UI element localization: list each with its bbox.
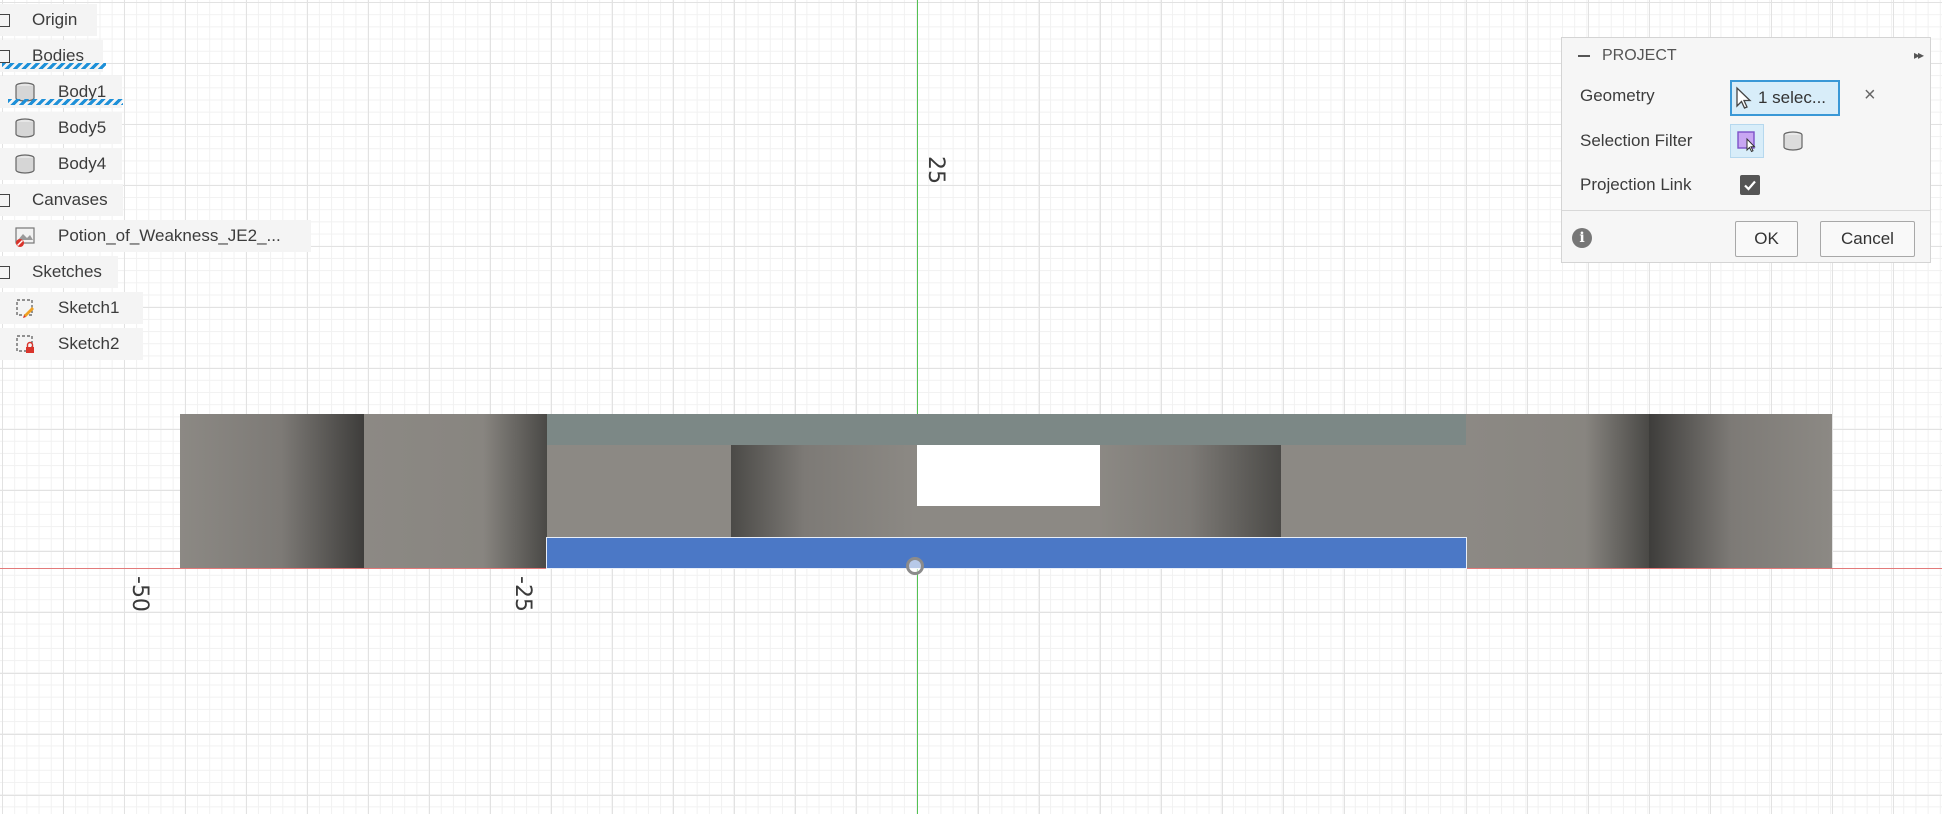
visibility-checkbox[interactable] xyxy=(0,49,10,63)
body-block-far-left[interactable] xyxy=(180,414,364,568)
tree-item-label: Sketches xyxy=(32,262,102,281)
tree-item-label: Origin xyxy=(32,10,78,29)
axis-label-y-25: 25 xyxy=(923,156,948,184)
tree-item-sketch1[interactable]: Sketch1 xyxy=(0,292,143,324)
tree-item-origin[interactable]: Origin xyxy=(0,4,97,36)
tree-item-sketches[interactable]: Sketches xyxy=(0,256,118,288)
expand-arrows-icon[interactable]: ▸▸ xyxy=(1914,48,1924,62)
cursor-arrow-icon xyxy=(1736,86,1752,109)
sketch-locked-icon xyxy=(14,333,36,355)
tree-item-body4[interactable]: Body4 xyxy=(0,148,122,180)
dialog-header: PROJECT ▸▸ xyxy=(1562,38,1930,74)
tree-item-label: Body5 xyxy=(58,118,107,137)
tree-item-label: Sketch1 xyxy=(58,298,120,317)
dialog-title: PROJECT xyxy=(1602,47,1677,64)
body-icon xyxy=(14,117,36,139)
sketch-icon xyxy=(14,297,36,319)
filter-body-toggle[interactable] xyxy=(1776,124,1810,158)
canvas-image-icon xyxy=(14,225,36,247)
body-block-right-mid[interactable] xyxy=(1466,414,1649,568)
body-block-far-right[interactable] xyxy=(1649,414,1832,568)
body-opening xyxy=(915,445,1100,506)
body-icon xyxy=(14,153,36,175)
body-block-inner-left[interactable] xyxy=(731,445,915,537)
visibility-checkbox[interactable] xyxy=(0,13,10,27)
y-axis-line xyxy=(917,0,918,814)
project-dialog: PROJECT ▸▸ Geometry 1 selec... × Selecti… xyxy=(1561,37,1931,263)
projection-link-label: Projection Link xyxy=(1580,175,1692,194)
cancel-button[interactable]: Cancel xyxy=(1820,221,1915,257)
projection-link-checkbox[interactable] xyxy=(1740,175,1760,195)
tree-item-body5[interactable]: Body5 xyxy=(0,112,122,144)
selected-face-highlight[interactable] xyxy=(546,537,1467,569)
body-block-inner-right[interactable] xyxy=(1098,445,1281,537)
tree-item-label: Body4 xyxy=(58,154,107,173)
axis-label-x-neg25: -25 xyxy=(510,576,535,612)
tree-item-canvas-potion[interactable]: Potion_of_Weakness_JE2_... xyxy=(0,220,311,252)
body-filter-icon xyxy=(1783,131,1803,151)
selection-underline xyxy=(2,63,106,69)
axis-label-x-neg50: -50 xyxy=(127,576,152,612)
geometry-selection-value: 1 selec... xyxy=(1758,88,1827,107)
selection-filter-row: Selection Filter xyxy=(1562,119,1930,163)
geometry-selection-button[interactable]: 1 selec... xyxy=(1730,80,1840,116)
origin-point-marker[interactable] xyxy=(906,557,924,575)
tree-item-label: Sketch2 xyxy=(58,334,120,353)
tree-item-label: Canvases xyxy=(32,190,108,209)
body-block-center-top-face[interactable] xyxy=(547,414,1466,445)
clear-selection-icon[interactable]: × xyxy=(1864,84,1876,107)
checkmark-icon xyxy=(1744,180,1756,191)
collapse-icon[interactable] xyxy=(1578,55,1590,57)
tree-item-canvases[interactable]: Canvases xyxy=(0,184,123,216)
face-filter-icon xyxy=(1737,131,1756,153)
body-block-left-mid[interactable] xyxy=(364,414,547,568)
selection-filter-label: Selection Filter xyxy=(1580,131,1693,150)
projection-link-row: Projection Link xyxy=(1562,163,1930,207)
geometry-label: Geometry xyxy=(1580,86,1655,105)
dialog-divider xyxy=(1562,210,1930,211)
selection-underline xyxy=(8,99,123,105)
tree-item-label: Potion_of_Weakness_JE2_... xyxy=(58,226,281,245)
filter-face-edge-toggle[interactable] xyxy=(1730,124,1764,158)
tree-item-sketch2[interactable]: Sketch2 xyxy=(0,328,143,360)
ok-button[interactable]: OK xyxy=(1735,221,1798,257)
info-icon[interactable]: i xyxy=(1572,228,1592,248)
geometry-row: Geometry 1 selec... × xyxy=(1562,74,1930,118)
visibility-checkbox[interactable] xyxy=(0,265,10,279)
visibility-checkbox[interactable] xyxy=(0,193,10,207)
